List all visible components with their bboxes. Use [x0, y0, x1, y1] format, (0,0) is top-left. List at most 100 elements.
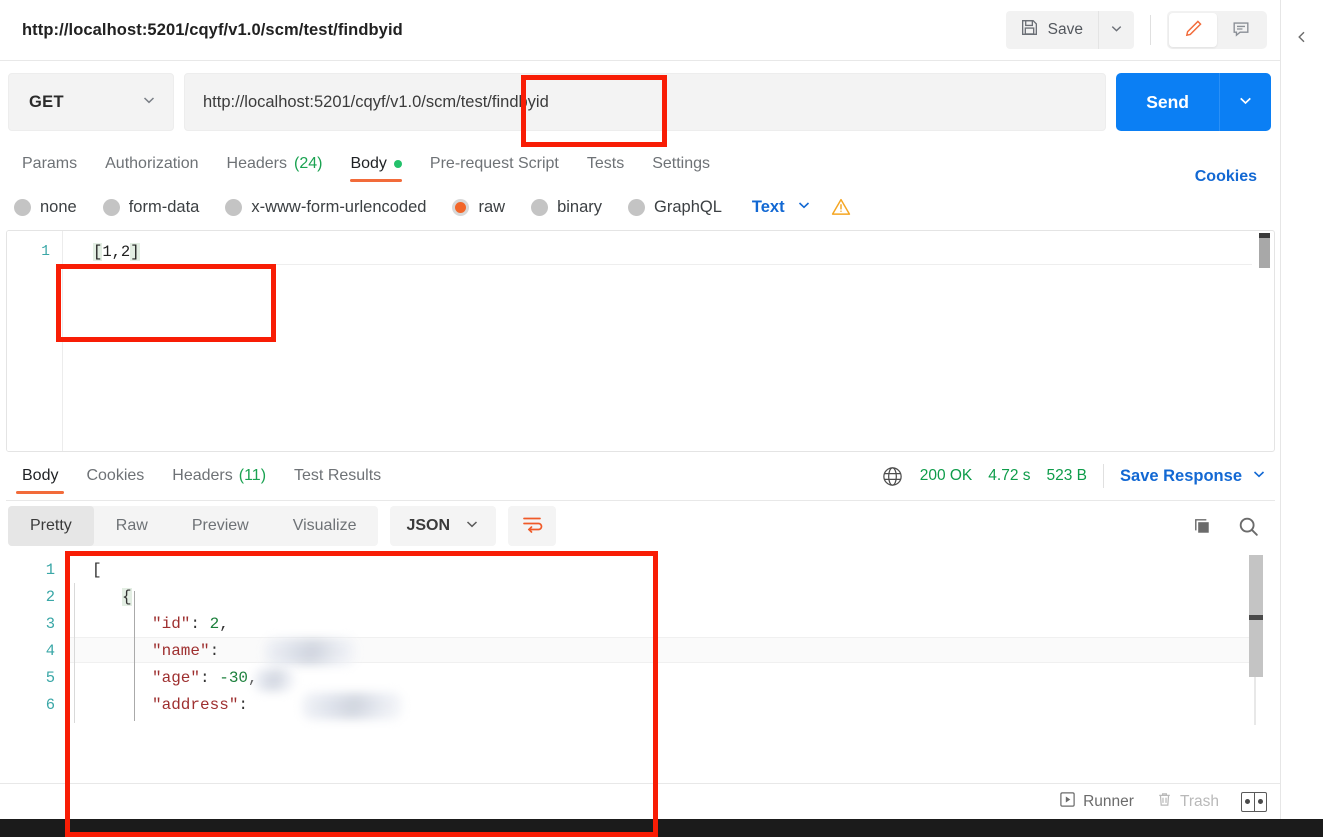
request-tabs: Params Authorization Headers (24) Body P…	[0, 142, 1281, 186]
tab-body[interactable]: Body	[336, 142, 415, 186]
response-toolbar: Pretty Raw Preview Visualize JSON	[6, 501, 1275, 547]
tab-settings-label: Settings	[652, 155, 710, 173]
radio-icon	[531, 199, 548, 216]
scrollbar-track[interactable]	[1254, 677, 1256, 725]
tab-body-label: Body	[350, 155, 386, 173]
line-number: 4	[6, 638, 68, 665]
body-type-options: none form-data x-www-form-urlencoded raw…	[0, 186, 1281, 230]
comment-button[interactable]	[1217, 13, 1265, 47]
response-view-visualize[interactable]: Visualize	[271, 506, 379, 546]
globe-icon[interactable]	[881, 465, 904, 488]
response-tab-body[interactable]: Body	[8, 452, 72, 500]
send-options-button[interactable]	[1219, 73, 1271, 131]
response-format-select[interactable]: JSON	[390, 506, 496, 546]
scrollbar-thumb-lower[interactable]	[1249, 620, 1263, 677]
copy-icon[interactable]	[1191, 515, 1214, 538]
body-type-graphql[interactable]: GraphQL	[628, 198, 722, 217]
json-sep: :	[238, 696, 257, 714]
trash-button[interactable]: Trash	[1156, 791, 1219, 813]
tab-headers-count: (24)	[294, 155, 322, 173]
response-size: 523 B	[1047, 467, 1088, 485]
body-type-urlencoded[interactable]: x-www-form-urlencoded	[225, 198, 426, 217]
request-body-code[interactable]: [1,2]	[63, 231, 1274, 451]
line-number: 2	[6, 584, 68, 611]
runner-label: Runner	[1083, 793, 1134, 811]
status-badge: 200 OK	[920, 467, 973, 485]
tab-authorization[interactable]: Authorization	[91, 142, 212, 186]
response-tab-headers[interactable]: Headers (11)	[158, 452, 280, 500]
json-line-2: {	[122, 588, 132, 606]
json-key-id: "id"	[152, 615, 190, 633]
tab-tests[interactable]: Tests	[573, 142, 638, 186]
body-type-none-label: none	[40, 198, 77, 217]
body-type-binary[interactable]: binary	[531, 198, 602, 217]
cookies-link[interactable]: Cookies	[1195, 168, 1267, 186]
response-tab-headers-label: Headers	[172, 467, 232, 485]
request-body-editor[interactable]: 1 [1,2]	[6, 230, 1275, 452]
redacted-value-age	[254, 669, 294, 691]
body-type-urlencoded-label: x-www-form-urlencoded	[251, 198, 426, 217]
response-body-scrollbar[interactable]	[1249, 555, 1263, 727]
response-view-preview[interactable]: Preview	[170, 506, 271, 546]
save-button[interactable]: Save	[1006, 11, 1098, 49]
response-tab-headers-count: (11)	[239, 467, 266, 485]
response-view-pretty[interactable]: Pretty	[8, 506, 94, 546]
response-format-label: JSON	[406, 517, 450, 535]
search-icon[interactable]	[1236, 514, 1261, 539]
close-bracket: ]	[130, 243, 139, 261]
body-type-form-data[interactable]: form-data	[103, 198, 200, 217]
response-tab-cookies[interactable]: Cookies	[72, 452, 158, 500]
body-type-raw[interactable]: raw	[452, 198, 505, 217]
http-method-select[interactable]: GET	[8, 73, 174, 131]
response-json-text[interactable]: [ { "id": 2, "name": "age": -30, "addres…	[68, 547, 1275, 733]
body-type-raw-label: raw	[478, 198, 505, 217]
url-row: GET Send	[0, 61, 1281, 142]
header-actions: Save	[1006, 11, 1267, 49]
tab-headers-label: Headers	[227, 155, 287, 173]
runner-button[interactable]: Runner	[1059, 791, 1134, 813]
save-button-group: Save	[1006, 11, 1134, 49]
chevron-left-icon[interactable]	[1295, 30, 1309, 44]
scrollbar-thumb-upper[interactable]	[1249, 555, 1263, 615]
save-button-label: Save	[1048, 21, 1083, 39]
word-wrap-toggle[interactable]	[508, 506, 556, 546]
send-button-group: Send	[1116, 73, 1271, 131]
radio-icon	[225, 199, 242, 216]
edit-mode-button[interactable]	[1169, 13, 1217, 47]
json-line-1: [	[92, 561, 102, 579]
response-tabs-bar: Body Cookies Headers (11) Test Results	[0, 452, 1281, 500]
save-options-button[interactable]	[1098, 11, 1134, 49]
response-time: 4.72 s	[988, 467, 1030, 485]
warning-triangle-icon[interactable]	[830, 196, 852, 218]
line-number: 3	[6, 611, 68, 638]
response-body-gutter: 1 2 3 4 5 6	[6, 547, 68, 733]
tab-settings[interactable]: Settings	[638, 142, 724, 186]
two-pane-layout-icon[interactable]	[1241, 792, 1267, 812]
response-body-code[interactable]: 1 2 3 4 5 6 [ { "id": 2, "name": "age": …	[6, 547, 1275, 733]
postman-window: http://localhost:5201/cqyf/v1.0/scm/test…	[0, 0, 1323, 837]
json-sep: :	[200, 669, 219, 687]
tab-headers[interactable]: Headers (24)	[213, 142, 337, 186]
scrollbar-thumb[interactable]	[1259, 238, 1270, 268]
tab-pre-request-script[interactable]: Pre-request Script	[416, 142, 573, 186]
body-type-none[interactable]: none	[14, 198, 77, 217]
meta-divider	[1103, 464, 1104, 488]
request-body-scrollbar[interactable]	[1258, 233, 1270, 451]
pencil-icon	[1183, 18, 1204, 42]
line-number: 1	[7, 240, 62, 264]
tab-params[interactable]: Params	[8, 142, 91, 186]
open-bracket: [	[93, 243, 102, 261]
right-sidebar-rail	[1280, 0, 1323, 837]
send-button[interactable]: Send	[1116, 73, 1219, 131]
line-number: 6	[6, 692, 68, 719]
comment-icon	[1231, 19, 1251, 42]
http-method-label: GET	[29, 93, 64, 112]
json-tail: ,	[219, 615, 229, 633]
response-tab-test-results[interactable]: Test Results	[280, 452, 395, 500]
chevron-down-icon	[1237, 92, 1254, 112]
body-format-select[interactable]: Text	[752, 197, 812, 218]
save-response-button[interactable]: Save Response	[1120, 466, 1267, 487]
request-body-gutter: 1	[7, 231, 63, 451]
response-view-raw[interactable]: Raw	[94, 506, 170, 546]
url-input[interactable]	[184, 73, 1106, 131]
